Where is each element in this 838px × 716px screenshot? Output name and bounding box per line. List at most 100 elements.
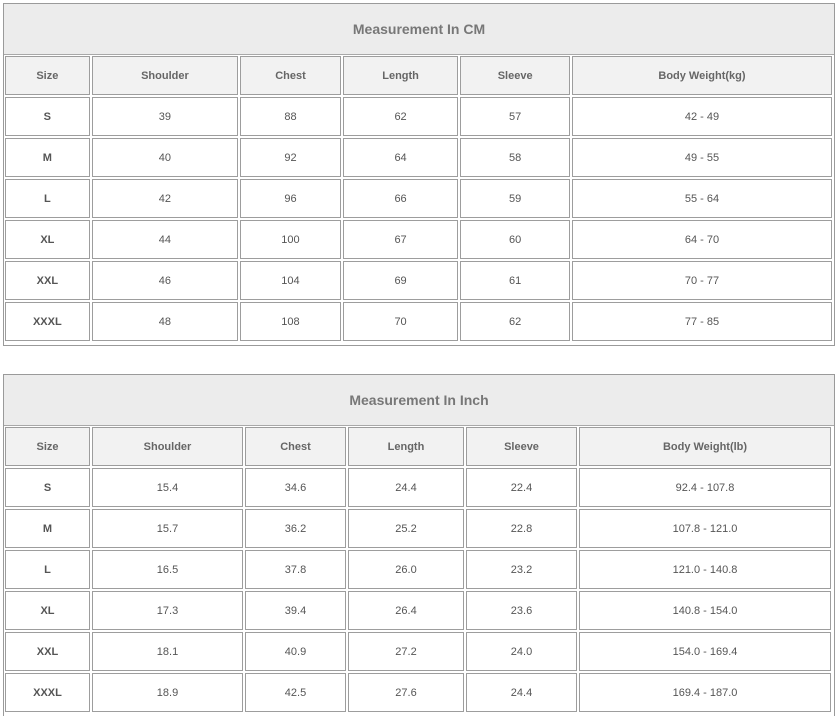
table-cell: 26.0 [348,550,464,589]
table-cell: 61 [460,261,570,300]
table-cell: 27.6 [348,673,464,712]
table-title: Measurement In CM [4,4,834,55]
table-cell: 55 - 64 [571,179,832,218]
header-row: Size Shoulder Chest Length Sleeve Body Weight… [5,427,834,466]
table-grid: Size Shoulder Chest Length Sleeve Body Weight… [4,55,834,341]
table-cell: 42.5 [245,673,346,712]
table-cell: 18.9 [92,673,243,712]
table-cell: 62 [342,97,459,136]
column-header: Length [342,56,459,95]
table-cell: 59 [460,179,570,218]
table-row: S 39 88 62 57 42 - 49 [5,97,834,136]
column-header: Size [5,427,90,466]
table-cell: 25.2 [348,509,464,548]
table-cell: 40.9 [245,632,346,671]
table-cell: 39 [91,97,239,136]
size-cell: L [5,179,90,218]
column-header: Body Weight(lb) [579,427,831,466]
table-cell: 49 - 55 [571,138,832,177]
column-header: Body Weight(kg) [571,56,832,95]
table-row: XL 17.3 39.4 26.4 23.6 140.8 - 154.0 [5,591,834,630]
table-cell: 96 [240,179,341,218]
column-header: Size [5,56,90,95]
table-cell: 22.4 [466,468,577,507]
table-cell: 24.4 [466,673,577,712]
size-cell: XXL [5,261,90,300]
table-cell: 23.2 [466,550,577,589]
size-cell: XXXL [5,673,90,712]
table-title: Measurement In Inch [4,375,834,426]
table-cell: 16.5 [92,550,243,589]
measurement-table-cm: Measurement In CM Size Shoulder Chest Lengt… [3,3,835,346]
table-cell: 42 [91,179,239,218]
table-row: L 16.5 37.8 26.0 23.2 121.0 - 140.8 [5,550,834,589]
table-cell: 92 [240,138,341,177]
table-cell: 40 [91,138,239,177]
column-header: Chest [240,56,341,95]
table-cell: 57 [460,97,570,136]
size-cell: XL [5,591,90,630]
table-cell: 26.4 [348,591,464,630]
table-cell: 62 [460,302,570,341]
table-row: XXXL 18.9 42.5 27.6 24.4 169.4 - 187.0 [5,673,834,712]
table-cell: 70 [342,302,459,341]
size-cell: XXXL [5,302,90,341]
table-row: L 42 96 66 59 55 - 64 [5,179,834,218]
table-cell: 22.8 [466,509,577,548]
table-cell: 24.0 [466,632,577,671]
column-header: Sleeve [460,56,570,95]
table-row: S 15.4 34.6 24.4 22.4 92.4 - 107.8 [5,468,834,507]
column-header: Shoulder [91,56,239,95]
table-cell: 108 [240,302,341,341]
header-row: Size Shoulder Chest Length Sleeve Body Weight… [5,56,834,95]
table-grid: Size Shoulder Chest Length Sleeve Body Weight… [4,426,834,712]
table-cell: 64 - 70 [571,220,832,259]
table-cell: 48 [91,302,239,341]
table-row: XXL 18.1 40.9 27.2 24.0 154.0 - 169.4 [5,632,834,671]
table-cell: 37.8 [245,550,346,589]
table-cell: 70 - 77 [571,261,832,300]
table-cell: 88 [240,97,341,136]
table-cell: 77 - 85 [571,302,832,341]
size-cell: M [5,138,90,177]
table-cell: 140.8 - 154.0 [579,591,831,630]
table-row: M 15.7 36.2 25.2 22.8 107.8 - 121.0 [5,509,834,548]
table-cell: 46 [91,261,239,300]
size-cell: XXL [5,632,90,671]
table-cell: 69 [342,261,459,300]
table-cell: 17.3 [92,591,243,630]
table-cell: 27.2 [348,632,464,671]
table-row: XL 44 100 67 60 64 - 70 [5,220,834,259]
column-header: Chest [245,427,346,466]
table-row: M 40 92 64 58 49 - 55 [5,138,834,177]
table-cell: 39.4 [245,591,346,630]
size-cell: M [5,509,90,548]
size-cell: XL [5,220,90,259]
table-cell: 169.4 - 187.0 [579,673,831,712]
table-row: XXXL 48 108 70 62 77 - 85 [5,302,834,341]
column-header: Sleeve [466,427,577,466]
table-cell: 67 [342,220,459,259]
table-cell: 36.2 [245,509,346,548]
table-cell: 60 [460,220,570,259]
column-header: Shoulder [92,427,243,466]
table-cell: 58 [460,138,570,177]
table-cell: 100 [240,220,341,259]
table-cell: 15.7 [92,509,243,548]
table-cell: 42 - 49 [571,97,832,136]
table-cell: 34.6 [245,468,346,507]
measurement-table-inch: Measurement In Inch Size Shoulder Chest Len… [3,374,835,716]
table-cell: 44 [91,220,239,259]
table-cell: 18.1 [92,632,243,671]
column-header: Length [348,427,464,466]
table-cell: 23.6 [466,591,577,630]
table-cell: 24.4 [348,468,464,507]
size-cell: S [5,468,90,507]
table-cell: 15.4 [92,468,243,507]
table-cell: 104 [240,261,341,300]
size-cell: S [5,97,90,136]
table-cell: 107.8 - 121.0 [579,509,831,548]
table-cell: 154.0 - 169.4 [579,632,831,671]
table-cell: 64 [342,138,459,177]
table-row: XXL 46 104 69 61 70 - 77 [5,261,834,300]
